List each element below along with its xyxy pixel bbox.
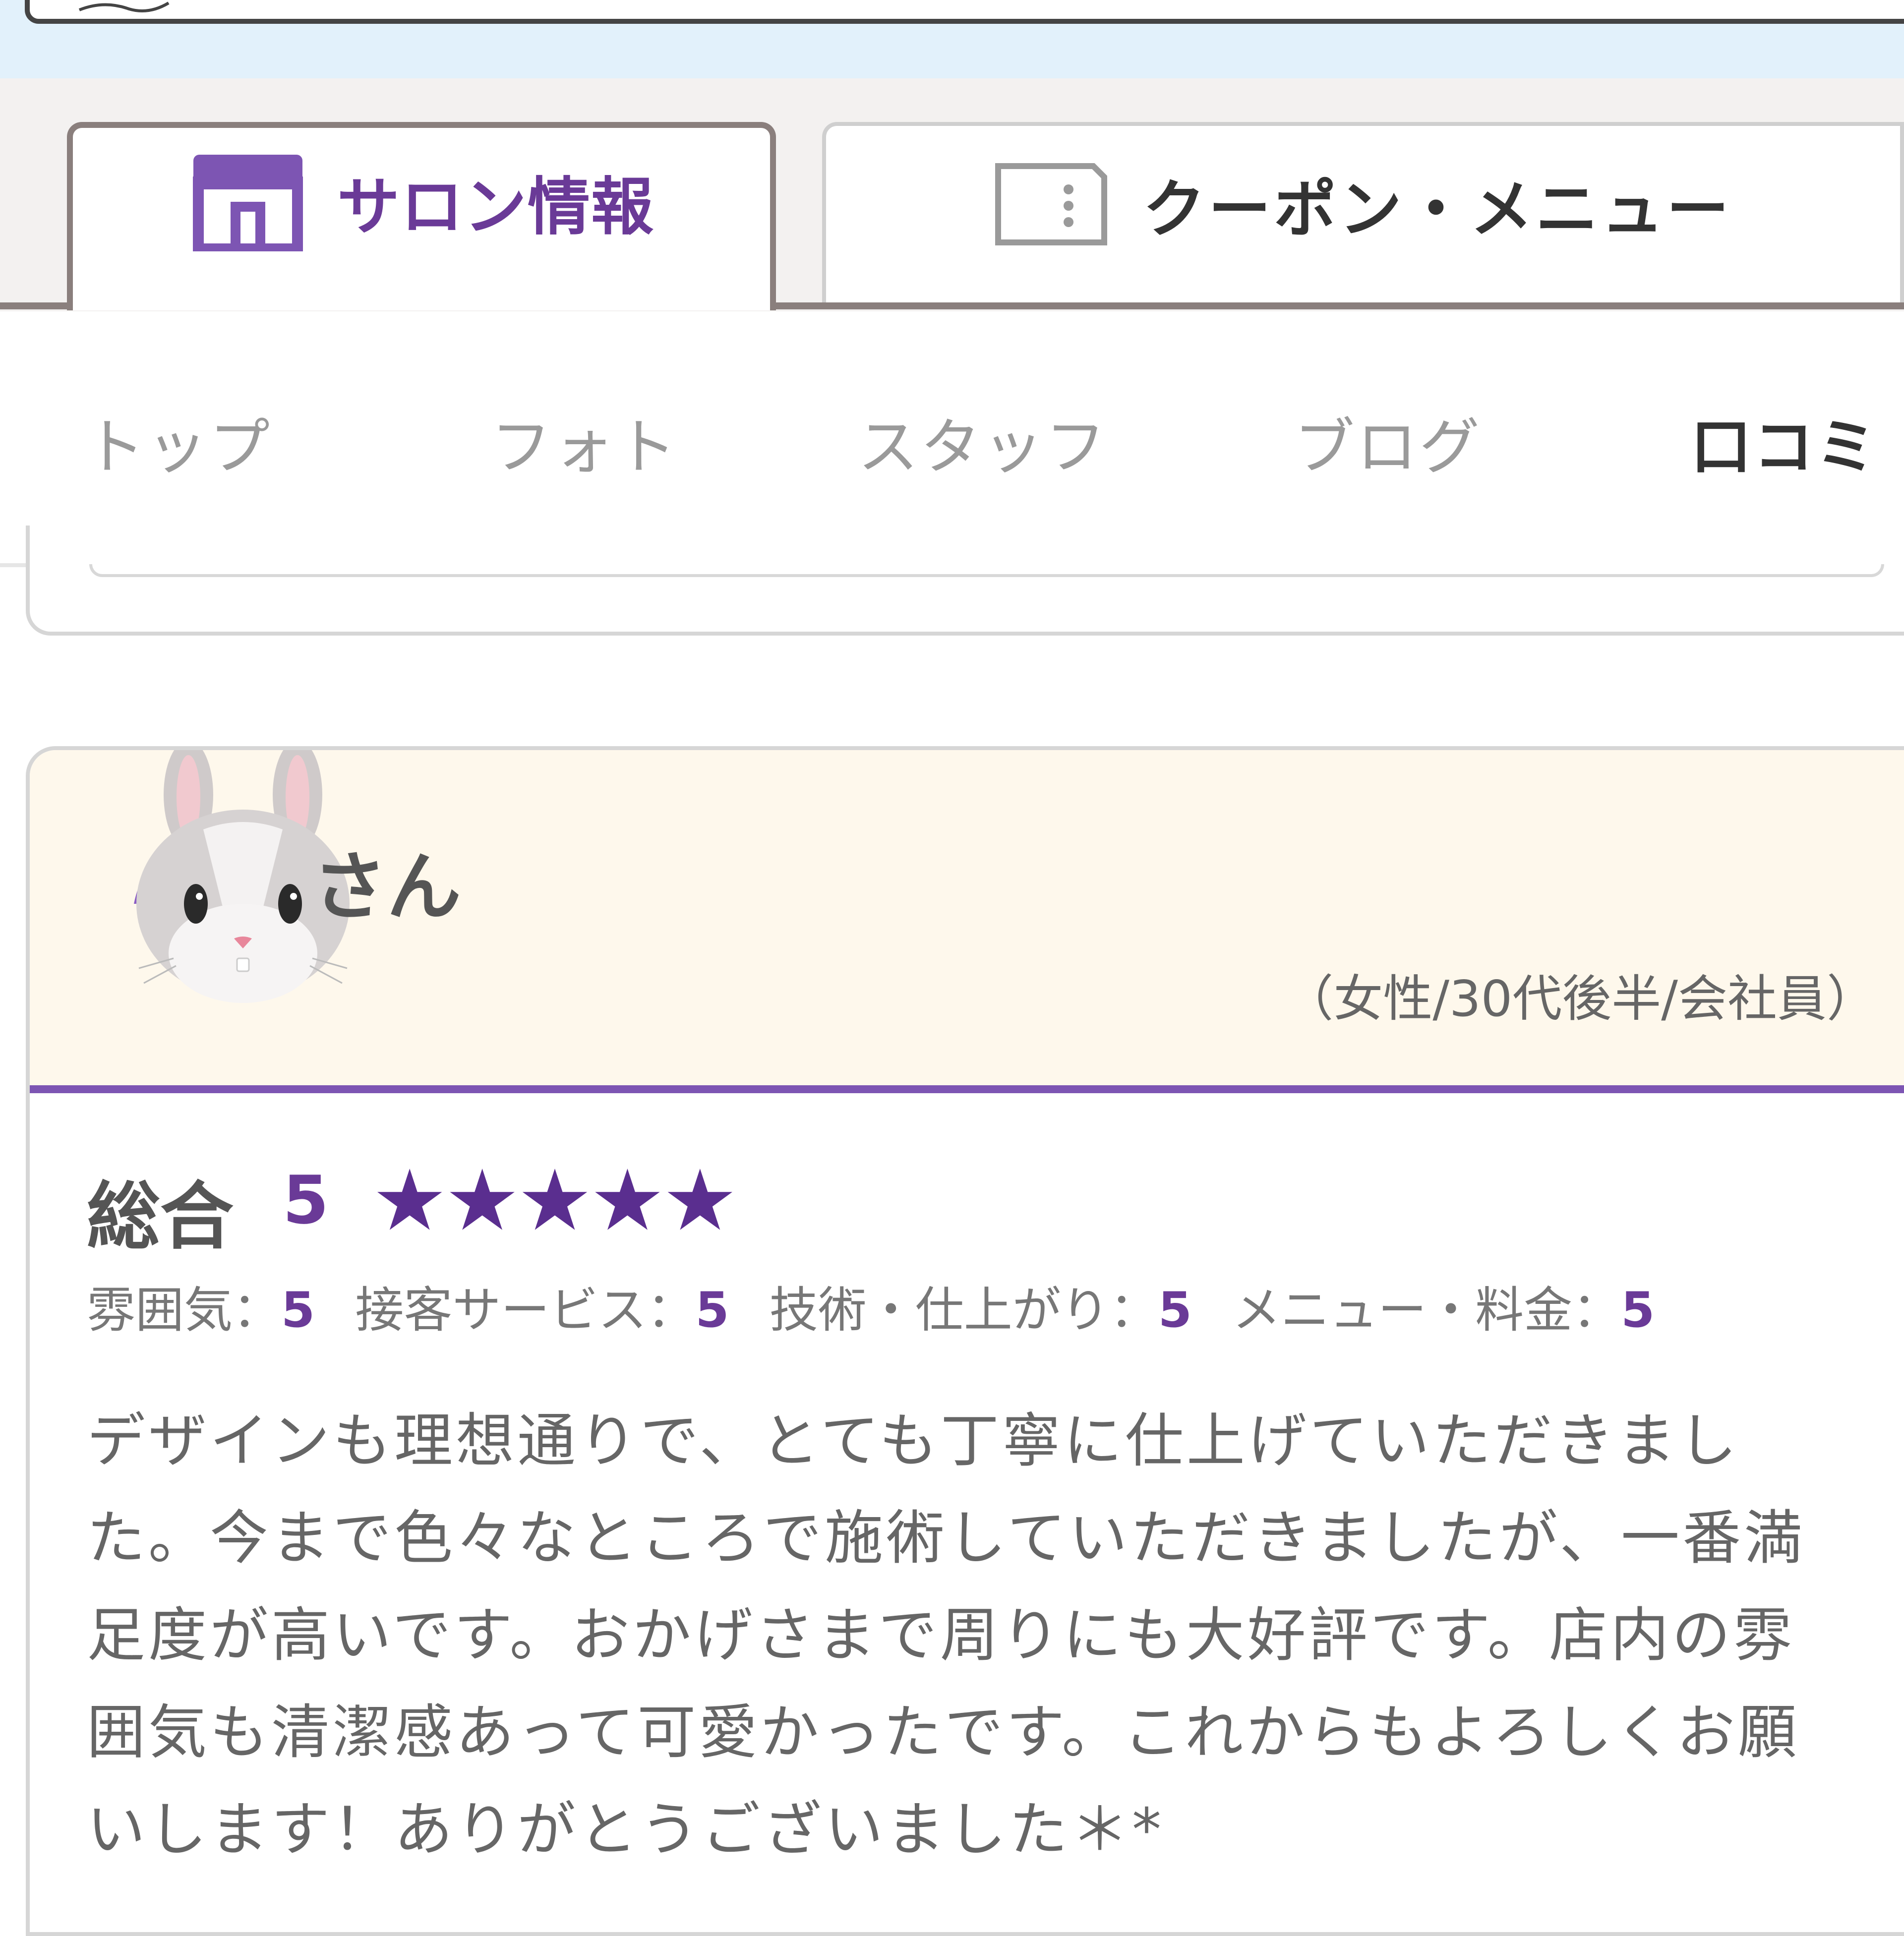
subscore-value: 5 <box>281 1282 315 1339</box>
subscore-label: 雰囲気： <box>87 1282 282 1339</box>
coupon-ticket-icon <box>995 163 1107 245</box>
tab-salon-info-label: サロン情報 <box>337 171 654 243</box>
overall-label: 総合 <box>87 1174 234 1259</box>
subnav-blog[interactable]: ブログ <box>1294 398 1482 486</box>
previous-card-inner <box>89 564 1884 577</box>
reviewer-name: さん <box>312 844 462 931</box>
subnav-top[interactable]: トップ <box>84 398 272 486</box>
review-text-line: 囲気も清潔感あって可愛かったです。これからもよろしくお願 <box>87 1698 1800 1766</box>
overall-score: 5 <box>283 1162 329 1239</box>
review-body: デザインも理想通りで、とても丁寧に仕上げていただきまし た。今まで色々なところで… <box>87 1392 1904 1878</box>
subnav-photo[interactable]: フォト <box>491 398 678 486</box>
review-header: さん （女性/30代後半/会社員） <box>30 750 1904 1093</box>
review-card: さん （女性/30代後半/会社員） 総合 5 ★★★★★ 雰囲気：5 接客サービ… <box>26 746 1904 1936</box>
tab-salon-info[interactable]: サロン情報 <box>67 122 776 310</box>
subscore-label: メニュー・料金： <box>1232 1282 1621 1339</box>
subscore-row: 雰囲気：5 接客サービス：5 技術・仕上がり：5 メニュー・料金：5 <box>87 1271 1655 1341</box>
scribble-mark <box>78 1 170 12</box>
review-text-line: 足度が高いです。おかげさまで周りにも大好評です。店内の雰 <box>87 1601 1795 1669</box>
tab-coupon-menu-label: クーポン・メニュー <box>1143 173 1732 246</box>
browser-top-band <box>0 0 1904 78</box>
review-text-line: た。今まで色々なところで施術していただきましたが、一番満 <box>87 1504 1806 1572</box>
search-box[interactable] <box>25 0 1904 24</box>
tab-coupon-menu[interactable]: クーポン・メニュー <box>822 122 1904 302</box>
reviewer-profile: （女性/30代後半/会社員） <box>1284 970 1876 1028</box>
subnav-staff[interactable]: スタッフ <box>858 398 1108 486</box>
storefront-icon <box>193 155 303 251</box>
review-text-line: いします！ありがとうございました＊* <box>87 1795 1165 1864</box>
subscore-label: 接客サービス： <box>355 1282 696 1339</box>
star-rating: ★★★★★ <box>372 1152 738 1250</box>
previous-card <box>26 526 1904 636</box>
main-tab-bar: サロン情報 クーポン・メニュー <box>0 78 1904 311</box>
subscore-value: 5 <box>1621 1282 1655 1339</box>
review-text-line: デザインも理想通りで、とても丁寧に仕上げていただきまし <box>87 1407 1740 1475</box>
subscore-value: 5 <box>1158 1282 1192 1339</box>
subscore-value: 5 <box>695 1282 729 1339</box>
subscore-label: 技術・仕上がり： <box>769 1282 1158 1339</box>
subnav-reviews[interactable]: 口コミ <box>1691 398 1878 486</box>
